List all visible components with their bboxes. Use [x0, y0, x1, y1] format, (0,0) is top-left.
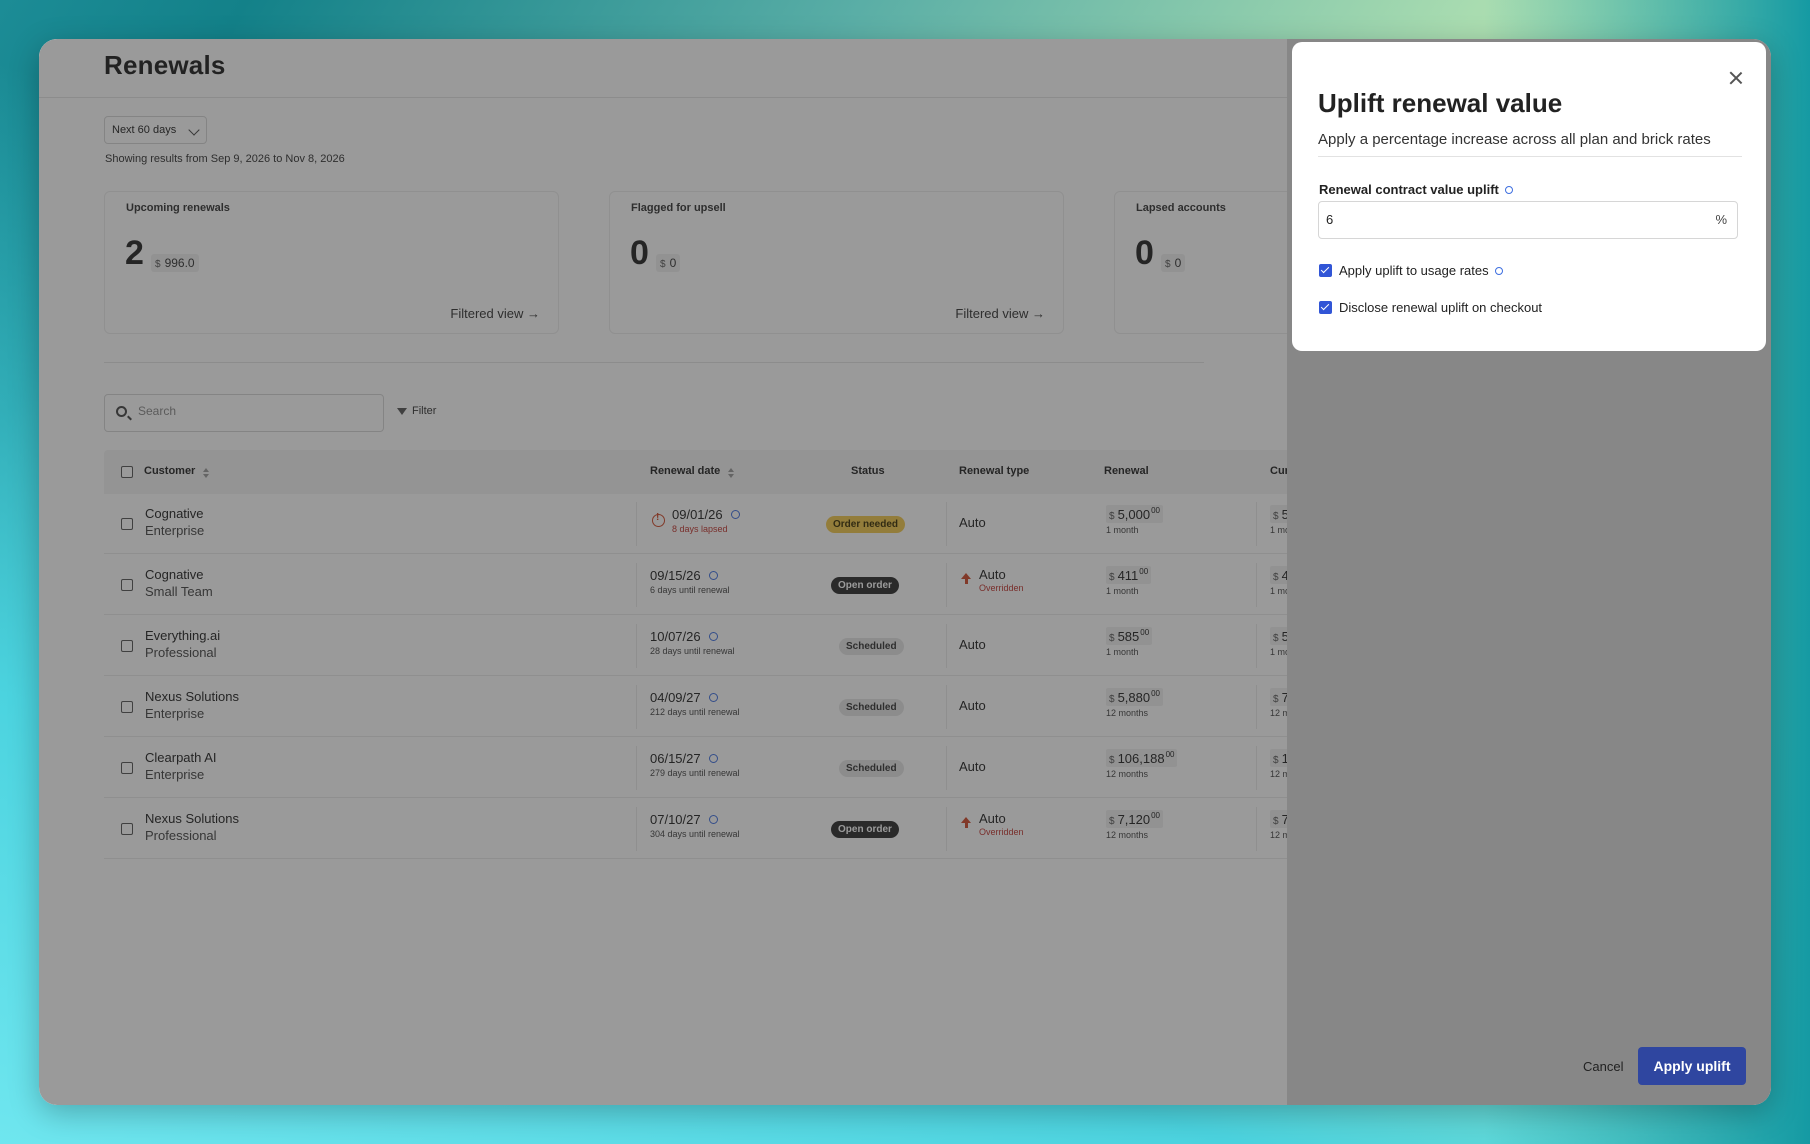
- dialog-divider: [1318, 156, 1742, 157]
- uplift-field-label: Renewal contract value uplift: [1319, 182, 1513, 197]
- uplift-input[interactable]: [1326, 212, 1686, 227]
- uplift-field-label-text: Renewal contract value uplift: [1319, 182, 1499, 197]
- usage-rates-label[interactable]: Apply uplift to usage rates: [1339, 263, 1503, 278]
- disclose-uplift-checkbox[interactable]: [1319, 301, 1332, 314]
- uplift-dialog: Uplift renewal value Apply a percentage …: [1292, 42, 1766, 351]
- usage-rates-label-text: Apply uplift to usage rates: [1339, 263, 1489, 278]
- dialog-title: Uplift renewal value: [1318, 88, 1563, 118]
- app-window: Renewals Next 60 days Showing results fr…: [39, 39, 1771, 1105]
- dialog-subtitle: Apply a percentage increase across all p…: [1318, 131, 1711, 148]
- cancel-button[interactable]: Cancel: [1583, 1059, 1623, 1074]
- info-icon[interactable]: [1494, 267, 1503, 275]
- apply-uplift-button[interactable]: Apply uplift: [1638, 1047, 1746, 1085]
- info-icon[interactable]: [1504, 186, 1513, 194]
- usage-rates-checkbox[interactable]: [1319, 264, 1332, 277]
- disclose-uplift-label[interactable]: Disclose renewal uplift on checkout: [1339, 300, 1542, 315]
- percent-icon: %: [1715, 212, 1727, 227]
- close-icon[interactable]: [1728, 70, 1744, 86]
- uplift-field[interactable]: %: [1318, 201, 1738, 239]
